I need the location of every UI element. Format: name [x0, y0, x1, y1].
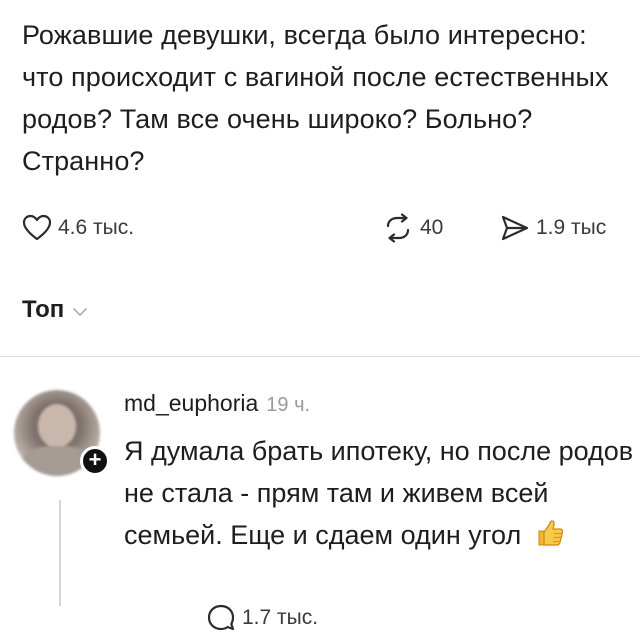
like-button[interactable]: 4.6 тыс.: [22, 210, 134, 246]
repost-icon: [382, 213, 414, 243]
comment-avatar-container[interactable]: +: [14, 390, 110, 482]
divider: [0, 356, 640, 357]
comment: md_euphoria 19 ч. Я думала брать ипотеку…: [124, 390, 634, 560]
comment-bubble-icon: [206, 603, 236, 633]
follow-plus-icon[interactable]: +: [80, 446, 110, 476]
send-icon: [500, 214, 530, 242]
chevron-down-icon: [72, 296, 88, 324]
comment-button[interactable]: 1.7 тыс.: [206, 600, 640, 636]
repost-count: 40: [420, 216, 444, 239]
share-count: 1.9 тыс: [536, 216, 607, 239]
heart-icon: [22, 214, 52, 242]
sort-dropdown[interactable]: Топ: [22, 296, 88, 324]
repost-button[interactable]: 40: [382, 210, 443, 246]
comment-count: 1.7 тыс.: [242, 606, 319, 629]
sort-label: Топ: [22, 296, 65, 323]
post-text: Рожавшие девушки, всегда было интересно:…: [22, 20, 609, 176]
comment-body: Я думала брать ипотеку, но после родов н…: [124, 430, 634, 560]
thread-line: [59, 500, 61, 606]
comment-header: md_euphoria 19 ч.: [124, 390, 634, 426]
comment-time: 19 ч.: [266, 394, 311, 416]
post-actions: 4.6 тыс. 1.7 тыс. 40 1.9 тыс: [22, 210, 640, 631]
thumbs-up-icon: [535, 518, 565, 560]
like-count: 4.6 тыс.: [58, 216, 135, 239]
share-button[interactable]: 1.9 тыс: [500, 210, 606, 246]
comment-username[interactable]: md_euphoria: [124, 390, 258, 417]
